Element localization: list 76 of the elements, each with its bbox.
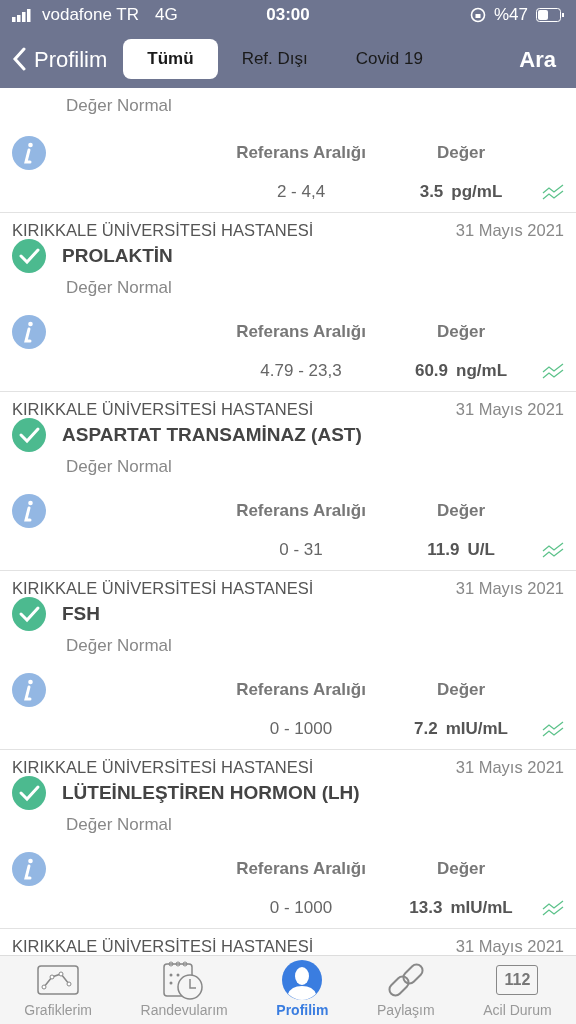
hospital-name: KIRIKKALE ÜNİVERSİTESİ HASTANESİ [12,757,314,776]
result-date: 31 Mayıs 2021 [455,399,564,418]
reference-range: 2 - 4,4 [276,182,326,202]
reference-range: 0 - 1000 [269,898,333,918]
network-type: 4G [155,4,178,27]
tab-bar-item[interactable]: Grafiklerim [24,956,92,1021]
battery-percent: %47 [493,4,528,27]
column-label: Değer [436,143,486,163]
info-icon[interactable] [12,494,46,528]
result-date: 31 Mayıs 2021 [455,757,564,776]
result-date: 31 Mayıs 2021 [455,578,564,597]
column-label: Referans Aralığı [236,322,366,342]
result-value: 11.9 [427,540,460,560]
result-unit: pg/mL [451,182,503,202]
status-text: Değer Normal [66,277,172,300]
result-value: 7.2 [414,719,438,739]
test-name: ASPARTAT TRANSAMİNAZ (AST) [62,422,362,447]
clock: 03:00 [265,4,311,27]
tab-bar-item[interactable]: Paylaşım [377,956,435,1021]
chevron-left-icon [12,47,26,71]
column-label: Değer [436,680,486,700]
trend-chart-icon[interactable] [542,721,564,737]
result-value: 13.3 [409,898,443,918]
trend-chart-icon[interactable] [542,184,564,200]
status-text: Değer Normal [66,635,172,658]
reference-range: 0 - 31 [279,540,323,560]
back-button[interactable]: Profilim [12,42,108,76]
segment-tab[interactable]: Covid 19 [331,39,447,79]
trend-chart-icon[interactable] [542,542,564,558]
hospital-name: KIRIKKALE ÜNİVERSİTESİ HASTANESİ [12,936,314,955]
tab-bar-item[interactable]: 112 Acil Durum [483,956,552,1021]
test-name: PROLAKTİN [62,243,173,268]
result-value: 3.5 [419,182,444,202]
reference-range: 0 - 1000 [269,719,333,739]
column-label: Değer [436,859,486,879]
info-icon[interactable] [12,852,46,886]
rotation-lock-icon [469,7,486,23]
carrier-name: vodafone TR [42,4,140,27]
column-label: Referans Aralığı [236,501,366,521]
info-icon[interactable] [12,673,46,707]
tab-bar-item[interactable]: Randevularım [140,956,228,1021]
segment-tab[interactable]: Ref. Dışı [217,39,332,79]
status-text: Değer Normal [66,456,172,479]
test-name: FSH [62,601,100,626]
result-date: 31 Mayıs 2021 [455,936,564,955]
result-unit: U/L [467,540,495,560]
trend-chart-icon[interactable] [542,900,564,916]
hospital-name: KIRIKKALE ÜNİVERSİTESİ HASTANESİ [12,220,314,239]
status-text: Değer Normal [66,814,172,837]
search-button[interactable]: Ara [519,42,556,76]
column-label: Referans Aralığı [236,680,366,700]
profile-icon [281,960,324,1000]
emergency-number-icon: 112 [496,965,539,995]
result-unit: mIU/mL [445,719,508,739]
trend-chart-icon[interactable] [542,363,564,379]
result-value: 60.9 [414,361,449,381]
column-label: Değer [436,322,486,342]
hospital-name: KIRIKKALE ÜNİVERSİTESİ HASTANESİ [12,578,314,597]
tab-bar-item[interactable]: Profilim [276,956,329,1021]
result-unit: mIU/mL [450,898,513,918]
info-icon[interactable] [12,315,46,349]
result-date: 31 Mayıs 2021 [455,220,564,239]
column-label: Referans Aralığı [236,143,366,163]
signal-icon [12,8,34,22]
test-name: LÜTEİNLEŞTİREN HORMON (LH) [62,780,360,805]
battery-icon [536,8,564,22]
calendar-clock-icon [163,960,206,1000]
status-text: Değer Normal [66,95,172,118]
line-chart-icon [37,965,80,995]
segment-tab[interactable]: Tümü [123,39,218,79]
info-icon[interactable] [12,136,46,170]
column-label: Referans Aralığı [236,859,366,879]
reference-range: 4.79 - 23,3 [260,361,342,381]
hospital-name: KIRIKKALE ÜNİVERSİTESİ HASTANESİ [12,399,314,418]
result-unit: ng/mL [456,361,508,381]
column-label: Değer [436,501,486,521]
